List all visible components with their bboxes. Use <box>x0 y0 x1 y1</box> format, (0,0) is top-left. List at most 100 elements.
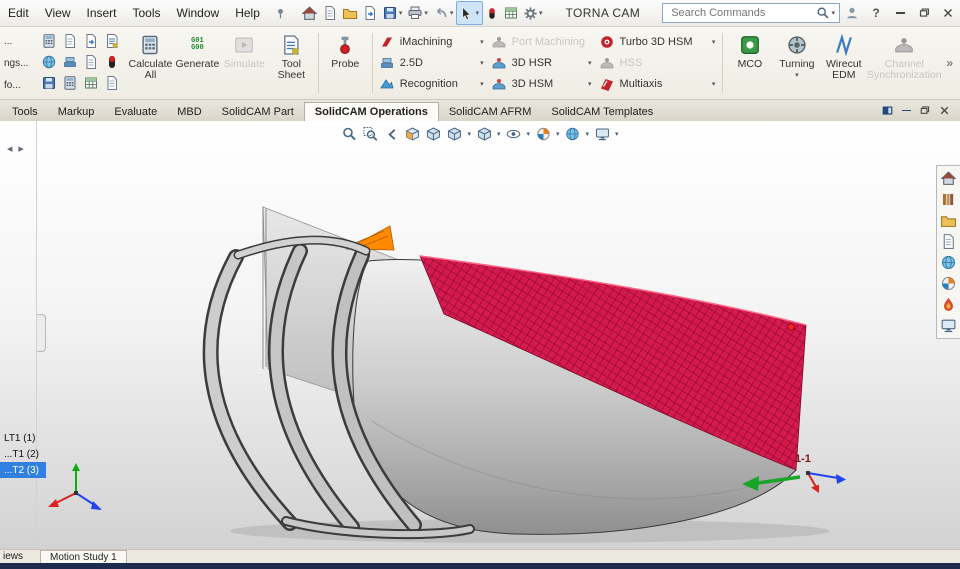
section-view-icon[interactable] <box>403 125 421 143</box>
tool-sheet-button[interactable]: Tool Sheet <box>268 28 315 98</box>
menu-tools[interactable]: Tools <box>125 3 169 23</box>
chevron-down-icon[interactable]: ▾ <box>525 131 531 138</box>
home-icon[interactable] <box>299 2 320 24</box>
ribbon-partial-label[interactable]: ngs... <box>4 58 34 69</box>
view-settings-icon[interactable] <box>593 125 611 143</box>
chevron-down-icon[interactable]: ▾ <box>398 10 404 17</box>
cam-tool-icon[interactable] <box>41 33 57 49</box>
cam-tool-icon[interactable] <box>83 33 99 49</box>
make-drawing-icon[interactable] <box>360 2 380 24</box>
chevron-down-icon[interactable]: ▾ <box>496 131 502 138</box>
probe-button[interactable]: Probe <box>322 28 369 98</box>
generate-button[interactable]: G01 G00 Generate <box>174 28 221 98</box>
file-explorer-icon[interactable] <box>940 212 957 229</box>
chevron-down-icon[interactable]: ▾ <box>830 10 836 17</box>
tab-solidcam-operations[interactable]: SolidCAM Operations <box>303 102 439 121</box>
user-icon[interactable] <box>840 2 864 24</box>
print-icon[interactable]: ▾ <box>405 2 431 24</box>
chevron-down-icon[interactable]: ▾ <box>449 10 455 17</box>
cam-tool-icon[interactable] <box>62 75 78 91</box>
nav-left-icon[interactable]: ◀ <box>7 145 12 153</box>
ribbon-overflow-button[interactable]: » <box>941 56 958 70</box>
hide-show-icon[interactable] <box>504 125 522 143</box>
view-orientation-icon[interactable] <box>445 125 463 143</box>
tree-item[interactable]: ...T1 (2) <box>0 446 46 462</box>
imachining-dropdown[interactable]: iMachining ▾ <box>376 32 488 52</box>
tree-item-selected[interactable]: ...T2 (3) <box>0 462 46 478</box>
tab-solidcam-templates[interactable]: SolidCAM Templates <box>541 103 663 121</box>
3d-hsr-dropdown[interactable]: 3D HSR ▾ <box>488 53 596 73</box>
menu-insert[interactable]: Insert <box>78 3 124 23</box>
calculate-all-button[interactable]: Calculate All <box>127 28 174 98</box>
options-table-icon[interactable] <box>501 2 521 24</box>
menu-help[interactable]: Help <box>227 3 268 23</box>
cam-tool-icon[interactable] <box>41 54 57 70</box>
cam-tool-icon[interactable] <box>104 54 120 70</box>
graphics-area[interactable]: ▾ ▾ ▾ ▾ ▾ ▾ ◀ ▶ LT1 (1) ...T1 (2) ...T2 … <box>0 121 960 549</box>
chevron-down-icon[interactable]: ▾ <box>479 60 485 67</box>
search-box[interactable]: ▾ <box>662 3 840 23</box>
help-icon[interactable]: ? <box>864 2 888 24</box>
cam-tool-icon[interactable] <box>104 75 120 91</box>
view-palette-icon[interactable] <box>940 233 957 250</box>
turning-button[interactable]: Turning ▾ <box>773 28 820 98</box>
open-icon[interactable] <box>340 2 360 24</box>
scene-icon[interactable] <box>564 125 582 143</box>
cam-tool-icon[interactable] <box>41 75 57 91</box>
3d-hsm-dropdown[interactable]: 3D HSM ▾ <box>488 74 596 94</box>
chevron-down-icon[interactable]: ▾ <box>711 81 717 88</box>
record-macro-icon[interactable] <box>483 2 501 24</box>
turbo-3d-hsm-dropdown[interactable]: Turbo 3D HSM ▾ <box>596 32 720 52</box>
chevron-down-icon[interactable]: ▾ <box>614 131 620 138</box>
motion-study-tab[interactable]: Motion Study 1 <box>40 550 127 563</box>
chevron-down-icon[interactable]: ▾ <box>794 72 800 79</box>
zoom-fit-icon[interactable] <box>340 125 358 143</box>
undock-pane-icon[interactable] <box>880 104 895 117</box>
tab-mbd[interactable]: MBD <box>167 103 211 121</box>
screen-icon[interactable] <box>940 317 957 334</box>
multiaxis-dropdown[interactable]: Multiaxis ▾ <box>596 74 720 94</box>
zoom-area-icon[interactable] <box>361 125 379 143</box>
tab-solidcam-part[interactable]: SolidCAM Part <box>212 103 304 121</box>
forum-icon[interactable] <box>940 296 957 313</box>
tab-evaluate[interactable]: Evaluate <box>104 103 167 121</box>
cam-tool-icon[interactable] <box>83 54 99 70</box>
3d-model[interactable] <box>0 121 960 549</box>
restore-icon[interactable] <box>912 2 936 24</box>
chevron-down-icon[interactable]: ▾ <box>479 39 485 46</box>
close-pane-icon[interactable] <box>938 104 951 117</box>
menu-window[interactable]: Window <box>169 3 228 23</box>
menu-edit[interactable]: Edit <box>0 3 37 23</box>
gear-icon[interactable]: ▾ <box>521 2 546 24</box>
scenes-icon[interactable] <box>940 275 957 292</box>
tab-solidcam-afrm[interactable]: SolidCAM AFRM <box>439 103 542 121</box>
tree-item[interactable]: LT1 (1) <box>0 430 46 446</box>
display-style-icon[interactable] <box>475 125 493 143</box>
chevron-down-icon[interactable]: ▾ <box>466 131 472 138</box>
resources-home-icon[interactable] <box>940 170 957 187</box>
recognition-dropdown[interactable]: Recognition ▾ <box>376 74 488 94</box>
close-icon[interactable] <box>936 2 960 24</box>
appearance-icon[interactable] <box>534 125 552 143</box>
chevron-down-icon[interactable]: ▾ <box>555 131 561 138</box>
chevron-down-icon[interactable]: ▾ <box>587 60 593 67</box>
undo-icon[interactable]: ▾ <box>431 2 457 24</box>
chevron-down-icon[interactable]: ▾ <box>587 81 593 88</box>
cam-tool-icon[interactable] <box>62 33 78 49</box>
wirecut-edm-button[interactable]: Wirecut EDM <box>820 28 867 98</box>
restore-pane-icon[interactable] <box>918 104 931 117</box>
view-selector-icon[interactable] <box>424 125 442 143</box>
save-icon[interactable]: ▾ <box>380 2 406 24</box>
tab-markup[interactable]: Markup <box>48 103 105 121</box>
panel-grip[interactable] <box>37 314 46 352</box>
chevron-down-icon[interactable]: ▾ <box>538 10 544 17</box>
appearances-icon[interactable] <box>940 254 957 271</box>
cam-tool-icon[interactable] <box>104 33 120 49</box>
views-tab-partial[interactable]: iews <box>0 551 26 562</box>
chevron-down-icon[interactable]: ▾ <box>585 131 591 138</box>
ribbon-partial-label[interactable]: fo... <box>4 80 34 91</box>
menu-view[interactable]: View <box>37 3 79 23</box>
design-library-icon[interactable] <box>940 191 957 208</box>
mco-button[interactable]: MCO <box>726 28 773 98</box>
minimize-icon[interactable] <box>888 2 912 24</box>
